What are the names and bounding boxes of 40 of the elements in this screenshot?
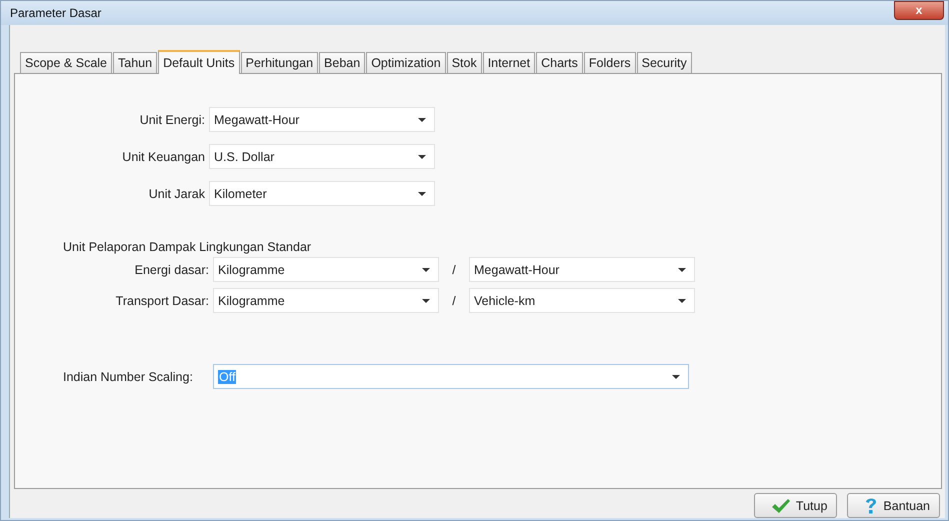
dropdown[interactable]: U.S. Dollar xyxy=(209,144,435,169)
tab[interactable]: Perhitungan xyxy=(240,52,318,73)
separator: / xyxy=(451,294,457,308)
field-label: Energi dasar: xyxy=(134,262,209,276)
dropdown[interactable]: Megawatt-Hour xyxy=(469,257,695,282)
tab[interactable]: Security xyxy=(636,52,692,73)
caret-icon xyxy=(422,298,430,302)
dropdown[interactable]: Kilometer xyxy=(209,181,435,206)
tab[interactable]: Beban xyxy=(319,52,366,73)
caret-icon xyxy=(678,298,686,302)
check-icon xyxy=(770,498,791,514)
caret-icon xyxy=(672,374,680,378)
dropdown[interactable]: Kilogramme xyxy=(213,288,439,313)
tab[interactable]: Stok xyxy=(446,52,482,73)
tab[interactable]: Charts xyxy=(536,52,583,73)
question-mark-icon xyxy=(864,496,878,514)
dropdown[interactable]: Megawatt-Hour xyxy=(209,107,435,132)
tab[interactable]: Tahun xyxy=(113,52,158,73)
field-label: Unit Keuangan xyxy=(121,150,205,164)
tab[interactable]: Folders xyxy=(584,52,636,73)
caret-icon xyxy=(678,268,686,272)
dropdown[interactable]: Kilogramme xyxy=(213,257,439,282)
tab[interactable]: Scope & Scale xyxy=(20,52,112,73)
window-title: Parameter Dasar xyxy=(10,6,102,20)
caret-icon xyxy=(422,268,430,272)
section-heading: Unit Pelaporan Dampak Lingkungan Standar xyxy=(63,240,312,254)
caret-icon xyxy=(418,192,426,196)
separator: / xyxy=(451,262,457,276)
caret-icon xyxy=(418,154,426,158)
dropdown[interactable]: Vehicle-km xyxy=(469,288,695,313)
field-label: Indian Number Scaling: xyxy=(63,370,194,384)
field-label: Unit Energi: xyxy=(138,112,205,126)
field-label: Unit Jarak xyxy=(148,186,205,200)
caret-icon xyxy=(418,118,426,122)
tab[interactable]: Internet xyxy=(482,52,536,73)
help-button[interactable]: Bantuan xyxy=(847,493,940,518)
tab[interactable]: Default Units xyxy=(158,50,240,74)
tab[interactable]: Optimization xyxy=(366,52,446,73)
close-button[interactable]: Tutup xyxy=(754,493,838,518)
field-label: Transport Dasar: xyxy=(114,294,209,308)
